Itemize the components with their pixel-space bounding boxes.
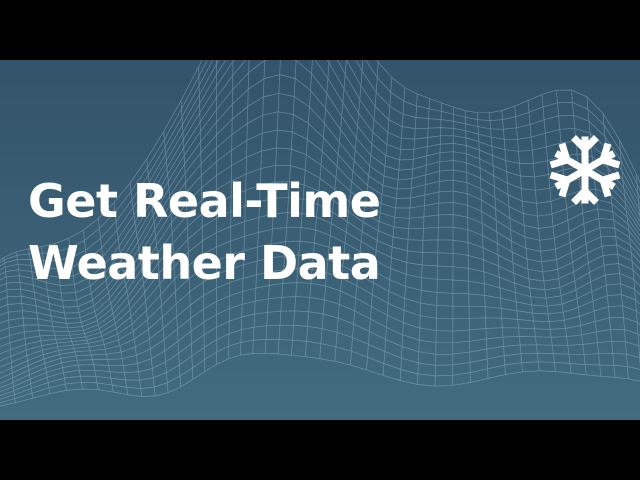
video-frame: Get Real-Time Weather Data	[0, 0, 640, 480]
headline-line-2: Weather Data	[28, 236, 381, 290]
headline: Get Real-Time Weather Data	[28, 170, 381, 294]
headline-line-1: Get Real-Time	[28, 174, 381, 228]
title-banner: Get Real-Time Weather Data	[0, 60, 640, 420]
snowflake-icon	[549, 135, 621, 205]
